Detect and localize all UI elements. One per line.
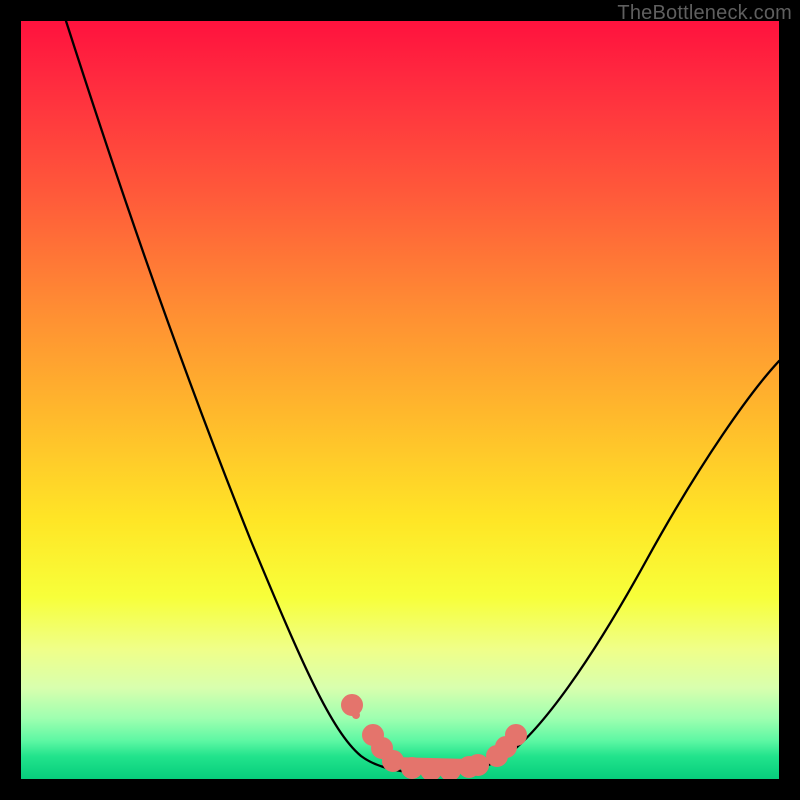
watermark-text: TheBottleneck.com [617, 2, 792, 25]
chart-plot-area [21, 21, 779, 779]
chart-frame: TheBottleneck.com [0, 0, 800, 800]
bottleneck-curve-path [66, 21, 779, 773]
bottleneck-curve-svg [21, 21, 779, 779]
highlight-dots-group [345, 698, 523, 777]
